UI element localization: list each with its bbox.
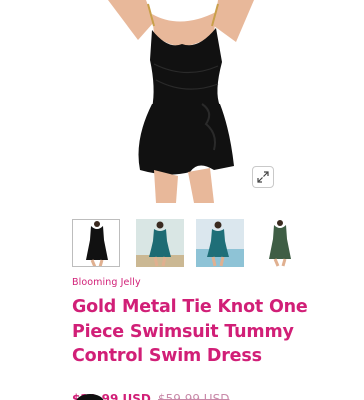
- product-page: Blooming Jelly Gold Metal Tie Knot One P…: [0, 0, 364, 400]
- thumbnail-strip: [0, 219, 364, 269]
- brand-link[interactable]: Blooming Jelly: [72, 277, 141, 288]
- expand-icon: [257, 168, 269, 187]
- expand-image-button[interactable]: [252, 166, 274, 188]
- thumbnail-black[interactable]: [72, 219, 120, 267]
- price-row: $29.99 USD $59.99 USD: [72, 392, 332, 400]
- thumbnail-teal-beach[interactable]: [136, 219, 184, 267]
- price-original: $59.99 USD: [158, 392, 230, 400]
- product-title: Gold Metal Tie Knot One Piece Swimsuit T…: [72, 297, 308, 366]
- thumbnail-teal-pool[interactable]: [196, 219, 244, 267]
- thumbnail-green[interactable]: [256, 219, 304, 267]
